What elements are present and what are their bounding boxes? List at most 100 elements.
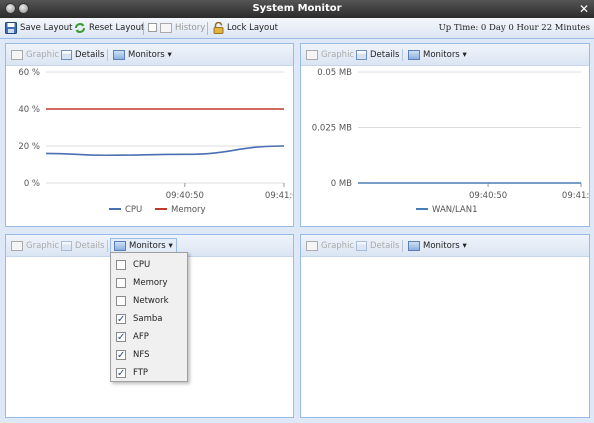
details-label: Details [75,50,105,60]
menu-item-samba[interactable]: Samba [111,310,187,329]
panel-toolbar: Graphic Details Monitors ▾ [301,235,589,257]
window-title: System Monitor [252,3,342,14]
monitors-label: Monitors [128,50,165,60]
details-icon [61,49,72,60]
title-bar: System Monitor ✕ [0,0,594,18]
details-label: Details [75,241,105,251]
toolbar-separator [402,240,403,252]
monitors-label: Monitors [129,241,166,251]
graphic-icon [306,240,318,251]
monitors-label: Monitors [423,241,460,251]
panel-toolbar: Graphic Details Monitors ▾ [301,44,589,66]
graphic-label: Graphic [26,241,60,251]
details-icon [356,240,367,251]
details-button[interactable]: Details [356,239,399,253]
graphic-label: Graphic [321,241,355,251]
monitor-panel-empty: Graphic Details Monitors ▾ [300,234,590,418]
checkbox[interactable] [116,278,126,288]
x-tick-label: 09:41:00 [265,191,293,201]
menu-item-cpu[interactable]: CPU [111,256,187,274]
menu-item-label: NFS [133,350,150,360]
menu-item-network[interactable]: Network [111,292,187,310]
menu-item-memory[interactable]: Memory [111,274,187,292]
close-icon[interactable]: ✕ [579,0,589,18]
checkbox[interactable] [116,347,126,365]
chevron-down-icon: ▾ [167,50,172,60]
toolbar-separator [402,49,403,61]
lock-layout-button[interactable]: Lock Layout [213,21,278,36]
graphic-icon [11,240,23,251]
graphic-label: Graphic [26,50,60,60]
monitor-icon [408,240,420,251]
details-button[interactable]: Details [61,48,104,62]
history-label: History [175,23,206,33]
details-button[interactable]: Details [356,48,399,62]
window-control-icon[interactable] [5,3,16,14]
checkbox[interactable] [116,311,126,329]
x-tick-label: 09:40:50 [166,191,204,201]
details-label: Details [370,50,400,60]
monitor-icon [114,240,126,251]
toolbar-separator [107,49,108,61]
lock-icon [213,21,224,34]
graphic-label: Graphic [321,50,355,60]
menu-item-label: AFP [133,332,149,342]
graphic-button[interactable]: Graphic [11,239,59,253]
menu-item-nfs[interactable]: NFS [111,346,187,365]
network-chart: 0.05 MB 0.025 MB 0 MB 09:40:50 09:41:00 WAN… [312,68,589,215]
checkbox-icon [148,23,157,32]
graphic-icon [160,22,172,33]
series-line-cpu [45,145,285,157]
details-icon [61,240,72,251]
main-toolbar: Save Layout Reset Layout History Lock La… [0,18,594,39]
graphic-button[interactable]: Graphic [306,48,354,62]
monitors-button[interactable]: Monitors ▾ [408,48,467,62]
save-layout-label: Save Layout [20,23,73,33]
checkbox[interactable] [116,296,126,306]
refresh-icon [75,22,85,33]
reset-layout-button[interactable]: Reset Layout [74,21,144,36]
checkbox[interactable] [116,260,126,270]
save-icon [5,21,17,34]
checkbox[interactable] [116,365,126,383]
y-tick-label: 60 % [18,68,40,78]
monitor-panel-network: Graphic Details Monitors ▾ 0.05 MB 0.025 … [300,43,590,227]
checkbox[interactable] [116,329,126,347]
details-button[interactable]: Details [61,239,104,253]
legend-label: WAN/LAN1 [432,205,478,215]
y-tick-label: 0 MB [331,179,352,189]
menu-item-label: FTP [133,368,149,378]
menu-item-label: Network [133,296,169,306]
y-tick-label: 40 % [18,105,40,115]
y-tick-label: 0 % [24,179,40,189]
graphic-button[interactable]: Graphic [11,48,59,62]
chevron-down-icon: ▾ [462,241,467,251]
y-tick-label: 0.05 MB [317,68,352,78]
legend-label: Memory [171,205,206,215]
window-control-icon[interactable] [18,3,29,14]
x-tick-label: 09:41:00 [562,191,589,201]
monitors-button[interactable]: Monitors ▾ [113,48,172,62]
y-tick-label: 0.025 MB [312,124,352,134]
history-button[interactable]: History [148,21,205,36]
graphic-icon [11,49,23,60]
graphic-button[interactable]: Graphic [306,239,354,253]
chevron-down-icon: ▾ [168,241,173,251]
reset-layout-label: Reset Layout [89,23,145,33]
cpu-memory-chart: 60 % 40 % 20 % 0 % 09:40:50 09:41:00 CPU Memo… [18,68,293,215]
menu-item-label: Memory [133,278,168,288]
save-layout-button[interactable]: Save Layout [5,21,72,36]
monitor-icon [408,49,420,60]
uptime-label: Up Time: 0 Day 0 Hour 22 Minutes [438,23,590,33]
toolbar-separator [143,22,144,35]
menu-item-afp[interactable]: AFP [111,328,187,347]
menu-item-ftp[interactable]: FTP [111,364,187,383]
details-icon [356,49,367,60]
toolbar-separator [107,240,108,252]
legend-label: CPU [125,205,142,215]
monitors-menu: CPU Memory Network Samba AFP NFS FTP [110,252,188,383]
toolbar-separator [207,22,208,35]
monitors-button[interactable]: Monitors ▾ [408,239,467,253]
chevron-down-icon: ▾ [462,50,467,60]
menu-item-label: CPU [133,260,151,270]
